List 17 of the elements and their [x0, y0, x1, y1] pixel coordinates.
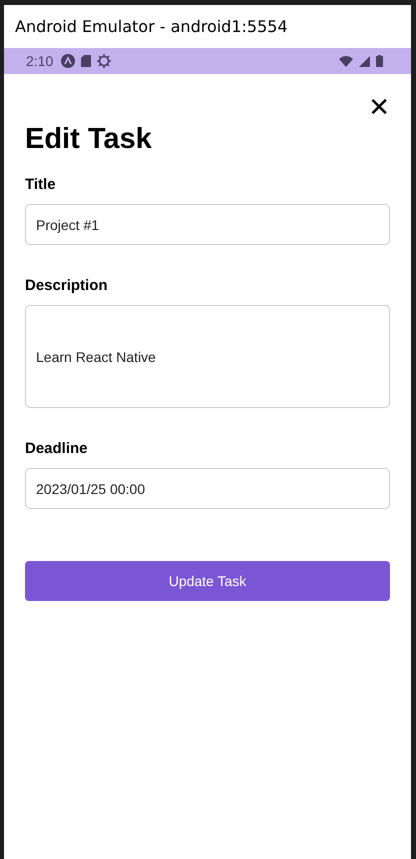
status-time: 2:10	[26, 53, 54, 69]
close-button[interactable]: ✕	[368, 94, 390, 122]
field-label: Deadline	[25, 440, 89, 457]
signal-icon	[359, 56, 370, 66]
sd-card-icon	[81, 55, 92, 67]
text-area[interactable]: Learn React Native	[25, 305, 390, 408]
input-field[interactable]: 2023/01/25 00:00	[25, 468, 390, 509]
field-label: Title	[25, 176, 57, 193]
field-label: Description	[25, 277, 109, 294]
app-notification-icon	[61, 54, 76, 68]
window-title: Android Emulator - android1:5554	[15, 17, 288, 36]
input-field[interactable]: Project #1	[25, 204, 390, 245]
battery-icon	[376, 55, 383, 67]
dialog-title: Edit Task	[25, 122, 153, 156]
settings-icon	[97, 54, 112, 68]
update-button[interactable]: Update Task	[25, 561, 390, 601]
wifi-icon	[339, 56, 353, 66]
